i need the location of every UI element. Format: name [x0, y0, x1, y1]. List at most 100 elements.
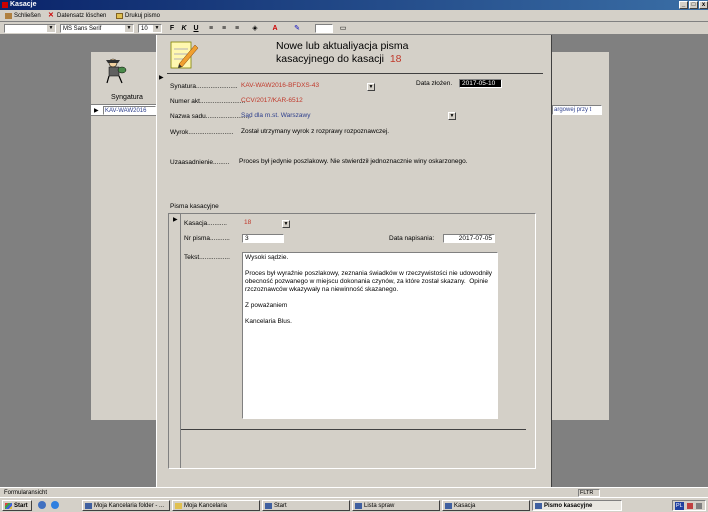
start-button[interactable]: Start — [2, 500, 32, 511]
view-mode-text: Formularansicht — [4, 490, 48, 496]
subform-label: Pisma kasacyjne — [170, 203, 219, 210]
kasacja-label: Kasacja........... — [184, 220, 227, 227]
print-letter-button[interactable]: Drukuj pismo — [115, 11, 160, 21]
taskbar-item-label: Lista spraw — [364, 503, 395, 509]
close-window-button[interactable]: x — [699, 1, 708, 9]
notepad-pencil-icon — [170, 41, 199, 69]
speaker-icon[interactable] — [696, 503, 702, 509]
chevron-down-icon[interactable]: ▼ — [153, 25, 161, 32]
kasacja-dropdown-icon[interactable]: ▼ — [282, 220, 290, 228]
browser-icon[interactable] — [51, 501, 59, 509]
date-filed-label: Data złożen. — [416, 80, 453, 87]
align-right-icon[interactable]: ≡ — [232, 24, 242, 33]
case-number-field[interactable]: CCV/2017/KAR-6512 — [239, 97, 303, 106]
delete-record-button[interactable]: ✕ Datensatz löschen — [47, 11, 106, 21]
bold-button[interactable]: F — [167, 24, 177, 33]
system-tray: PL — [672, 500, 706, 511]
filter-indicator: FLTR — [578, 489, 600, 497]
background-text-cell[interactable]: argowej przy t — [552, 105, 602, 115]
taskbar-item-kasacja[interactable]: Kasacja — [442, 500, 530, 511]
taskbar-item-label: Kasacja — [454, 503, 476, 509]
record-selector-icon[interactable]: ▶ — [94, 107, 99, 114]
kasacja-field[interactable]: 18 — [242, 219, 251, 228]
folder-icon — [5, 13, 12, 19]
case-number-label: Numer akt......................... — [170, 98, 246, 105]
object-selector[interactable]: ▼ — [4, 24, 56, 33]
taskbar-item-start[interactable]: Start — [262, 500, 350, 511]
align-center-icon[interactable]: ≡ — [219, 24, 229, 33]
close-form-button[interactable]: Schließen — [4, 11, 41, 21]
taskbar-item-label: Moja Kancelaria — [184, 503, 228, 509]
windows-logo-icon — [5, 503, 12, 509]
print-icon — [116, 13, 123, 19]
minimize-button[interactable]: _ — [679, 1, 688, 9]
form-title-line1: Nowe lub aktualiyacja pisma — [276, 40, 409, 52]
line-style-icon[interactable]: ▭ — [338, 24, 348, 33]
language-indicator[interactable]: PL — [675, 502, 684, 510]
column-header-sygnatura: Syngatura — [111, 94, 143, 101]
letter-text-area[interactable]: Wysoki sądzie. Proces był wyraźnie poszl… — [242, 252, 498, 419]
verdict-label: Wyrok......................... — [170, 129, 234, 136]
form-title: Nowe lub aktualiyacja pisma kasacyjnego … — [276, 40, 408, 66]
kasacja-letters-subform: ▶ Kasacja........... 18 ▼ Nr pisma......… — [168, 213, 536, 469]
court-dropdown-icon[interactable]: ▼ — [448, 112, 456, 120]
kasacja-number: 18 — [389, 53, 402, 65]
line-width-select[interactable] — [315, 24, 333, 33]
verdict-field[interactable]: Został utrzymany wyrok z rozprawy rozpoz… — [239, 128, 389, 137]
maximize-button[interactable]: □ — [689, 1, 698, 9]
align-left-icon[interactable]: ≡ — [206, 24, 216, 33]
taskbar-item-label: Pismo kasacyjne — [544, 503, 593, 509]
window-title-bar[interactable]: Kasacje _ □ x — [0, 0, 708, 10]
justification-field[interactable]: Proces był jedynie poszlakowy. Nie stwie… — [239, 158, 469, 166]
taskbar-item-moja-kancelaria[interactable]: Moja Kancelaria — [172, 500, 260, 511]
taskbar: Start Moja Kancelaria folder - ... Moja … — [0, 497, 708, 512]
lawyer-illustration-icon — [106, 58, 127, 84]
status-bar: Formularansicht FLTR — [0, 487, 708, 497]
taskbar-item-pismo-kasacyjne[interactable]: Pismo kasacyjne — [532, 500, 622, 511]
italic-button[interactable]: K — [179, 24, 189, 33]
formatting-toolbar: ▼ MS Sans Serif ▼ 10 ▼ F K U ≡ ≡ ≡ ◈ A ✎… — [0, 22, 708, 35]
date-written-field[interactable]: 2017-07-05 — [443, 234, 495, 243]
form-icon — [445, 503, 452, 509]
font-color-icon[interactable]: A — [270, 24, 280, 33]
record-selector-icon[interactable]: ▶ — [173, 216, 178, 223]
kasacja-letter-form: Nowe lub aktualiyacja pisma kasacyjnego … — [156, 35, 552, 500]
form-icon — [355, 503, 362, 509]
form-icon — [265, 503, 272, 509]
sygnatura-dropdown-icon[interactable]: ▼ — [367, 83, 375, 91]
app-icon — [2, 2, 8, 8]
justification-label: Uzaasadnienie......... — [170, 159, 230, 166]
sygnatura-field[interactable]: KAV-WAW2016-BFDXS-43 — [239, 82, 319, 91]
table-row[interactable]: ▶ KAV-WAW2016 — [91, 104, 156, 116]
date-filed-field[interactable]: 2017-05-10 — [459, 79, 502, 88]
fill-color-icon[interactable]: ◈ — [250, 24, 260, 33]
font-size-value: 10 — [141, 26, 148, 32]
record-selector-icon[interactable]: ▶ — [159, 74, 164, 81]
desktop-icon[interactable] — [38, 501, 46, 509]
start-label: Start — [14, 503, 28, 509]
taskbar-item-lista-spraw[interactable]: Lista spraw — [352, 500, 440, 511]
court-name-field[interactable]: Sąd dla m.st. Warszawy — [239, 112, 310, 121]
letter-number-field[interactable]: 3 — [242, 234, 284, 243]
close-form-label: Schließen — [14, 13, 41, 19]
header-divider — [167, 73, 543, 74]
window-icon — [85, 503, 92, 509]
line-color-icon[interactable]: ✎ — [292, 24, 302, 33]
sygnatura-label: Synatura....................... — [170, 83, 238, 90]
form-title-line2: kasacyjnego do kasacji — [276, 53, 384, 65]
tray-app-icon[interactable] — [687, 503, 693, 509]
taskbar-item-folder[interactable]: Moja Kancelaria folder - ... — [82, 500, 170, 511]
delete-record-label: Datensatz löschen — [57, 13, 107, 19]
delete-icon: ✕ — [48, 12, 54, 19]
print-letter-label: Drukuj pismo — [125, 13, 161, 19]
font-size-select[interactable]: 10 ▼ — [138, 24, 162, 33]
chevron-down-icon[interactable]: ▼ — [125, 25, 133, 32]
subform-divider — [181, 429, 526, 430]
taskbar-item-label: Moja Kancelaria folder - ... — [94, 503, 165, 509]
taskbar-item-label: Start — [274, 503, 287, 509]
chevron-down-icon[interactable]: ▼ — [47, 25, 55, 32]
underline-button[interactable]: U — [191, 24, 201, 33]
letter-number-label: Nr pisma........... — [184, 235, 230, 242]
font-name-select[interactable]: MS Sans Serif ▼ — [60, 24, 134, 33]
sygnatura-cell[interactable]: KAV-WAW2016 — [103, 106, 156, 115]
